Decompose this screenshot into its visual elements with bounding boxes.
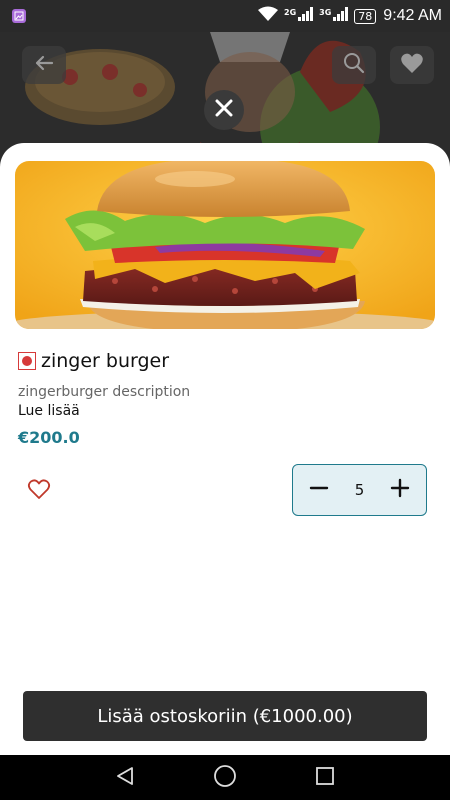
product-image (15, 161, 435, 329)
close-sheet-button[interactable] (204, 90, 244, 130)
nav-recents-button[interactable] (312, 765, 338, 791)
triangle-back-icon (114, 765, 136, 791)
quantity-value: 5 (354, 481, 365, 499)
heart-outline-icon (27, 478, 51, 504)
increase-quantity-button[interactable] (388, 478, 412, 502)
quantity-stepper: 5 (292, 464, 427, 516)
wifi-icon (257, 6, 279, 26)
nav-home-button[interactable] (212, 764, 238, 792)
item-price: €200.0 (18, 428, 80, 447)
item-description: zingerburger description (18, 384, 191, 400)
item-title: zinger burger (41, 350, 170, 372)
product-sheet: zinger burger zingerburger description L… (0, 143, 450, 755)
non-veg-indicator-icon (18, 352, 36, 370)
add-to-cart-button[interactable]: Lisää ostoskoriin (€1000.00) (23, 691, 427, 741)
gallery-notification-icon (12, 9, 26, 23)
product-detail-screen: 2G 3G 78 9:42 AM zinger burger zingerbur… (0, 0, 450, 800)
minus-icon (309, 478, 329, 502)
favorite-item-button[interactable] (24, 476, 54, 506)
nav-back-button[interactable] (112, 765, 138, 791)
system-navigation-bar (0, 755, 450, 800)
clock: 9:42 AM (383, 7, 442, 24)
heart-icon (400, 52, 424, 78)
favorite-restaurant-button[interactable] (390, 46, 434, 84)
status-bar: 2G 3G 78 9:42 AM (0, 0, 450, 32)
network-type-label-1: 2G (284, 8, 297, 17)
search-button[interactable] (332, 46, 376, 84)
close-icon (215, 99, 233, 121)
square-recents-icon (314, 765, 336, 791)
decrease-quantity-button[interactable] (307, 478, 331, 502)
plus-icon (390, 478, 410, 502)
circle-home-icon (213, 764, 237, 792)
network-type-label-2: 3G (319, 8, 332, 17)
read-more-link[interactable]: Lue lisää (18, 403, 80, 419)
signal-icon-2 (333, 7, 349, 25)
item-title-row: zinger burger (18, 350, 169, 372)
back-button[interactable] (22, 46, 66, 84)
search-icon (343, 52, 365, 78)
signal-icon (298, 7, 314, 25)
arrow-left-icon (33, 52, 55, 78)
battery-indicator: 78 (354, 8, 377, 24)
